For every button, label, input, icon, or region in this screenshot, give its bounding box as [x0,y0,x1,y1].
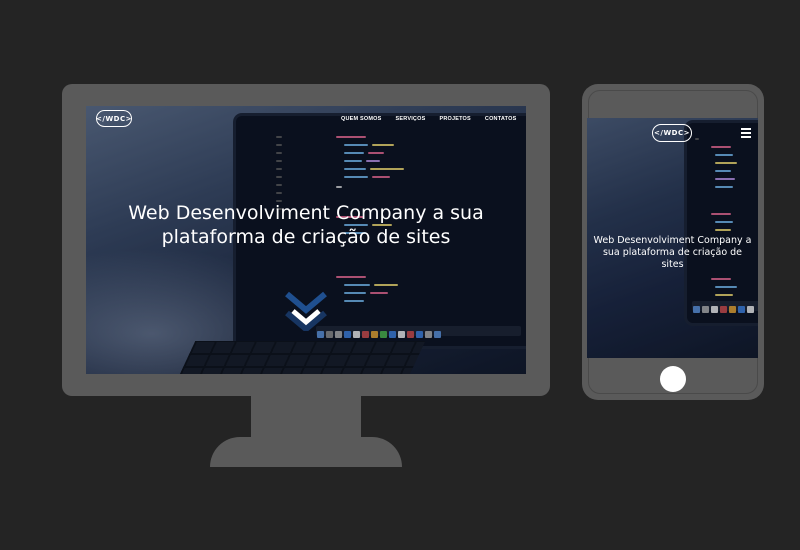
monitor-stand-base [210,437,402,467]
double-chevron-down-icon[interactable] [281,291,331,331]
hero-title-line-2: plataforma de criação de sites [161,226,451,248]
mobile-logo[interactable]: </WDC> [652,124,692,142]
tablet-mockup: </WDC> Web Desenvolviment Company a sua … [582,84,764,400]
mobile-website-preview: </WDC> Web Desenvolviment Company a sua … [587,118,758,358]
top-navigation: QUEM SOMOS SERVIÇOS PROJETOS CONTATOS [341,116,516,122]
nav-item-servicos[interactable]: SERVIÇOS [396,116,426,122]
mobile-hero-title-line-1: Web Desenvolviment Company a [593,235,752,246]
mobile-hero-title-line-3: sites [661,259,684,270]
tablet-home-button[interactable] [660,366,686,392]
nav-item-projetos[interactable]: PROJETOS [439,116,470,122]
hero-title: Web Desenvolviment Company a sua platafo… [86,201,526,249]
hamburger-menu-icon[interactable] [741,128,751,138]
nav-item-contatos[interactable]: CONTATOS [485,116,517,122]
desktop-website-preview: </WDC> QUEM SOMOS SERVIÇOS PROJETOS CONT… [86,106,526,374]
mobile-hero-title-line-2: sua plataforma de criação de [602,247,743,258]
logo[interactable]: </WDC> [96,110,132,127]
desktop-monitor-mockup: </WDC> QUEM SOMOS SERVIÇOS PROJETOS CONT… [62,84,550,396]
nav-item-quem-somos[interactable]: QUEM SOMOS [341,116,382,122]
monitor-stand-neck [251,396,361,438]
mobile-hero-title: Web Desenvolviment Company a sua platafo… [587,235,758,271]
hero-title-line-1: Web Desenvolviment Company a sua [128,202,484,224]
